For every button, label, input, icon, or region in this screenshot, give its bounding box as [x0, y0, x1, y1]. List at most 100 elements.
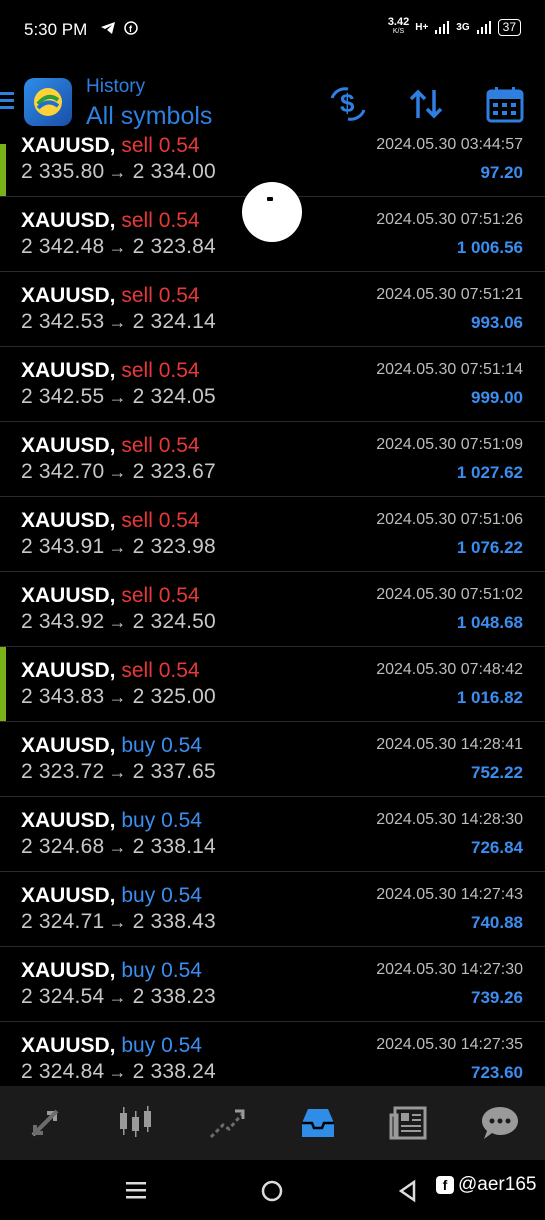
net-type-2: 3G: [456, 21, 470, 33]
trade-row[interactable]: XAUUSD, sell 0.54 2 343.91 → 2 323.98 2024…: [0, 497, 545, 572]
open-price: 2 324.54: [21, 985, 105, 1008]
facebook-icon: f: [124, 21, 138, 35]
trade-side: sell: [121, 134, 153, 157]
trade-profit: 723.60: [471, 1063, 523, 1082]
open-price: 2 324.68: [21, 835, 105, 858]
chat-icon[interactable]: [478, 1101, 522, 1145]
trade-symbol: XAUUSD,: [21, 209, 116, 232]
trade-volume: 0.54: [158, 284, 200, 307]
close-price: 2 324.14: [132, 310, 216, 333]
price-arrow-icon: →: [108, 312, 127, 332]
open-price: 2 343.91: [21, 535, 105, 558]
trade-volume: 0.54: [158, 434, 200, 457]
open-price: 2 342.55: [21, 385, 105, 408]
trade-prices: 2 342.53 → 2 324.14: [21, 310, 216, 334]
open-price: 2 324.71: [21, 910, 105, 933]
chart-icon[interactable]: [114, 1101, 158, 1145]
open-price: 2 343.92: [21, 610, 105, 633]
trade-volume: 0.54: [161, 734, 202, 757]
trade-row[interactable]: XAUUSD, sell 0.54 2 343.83 → 2 325.00 2024…: [0, 647, 545, 722]
open-price: 2 324.84: [21, 1060, 105, 1083]
trade-profit: 739.26: [471, 988, 523, 1007]
trade-prices: 2 324.54 → 2 338.23: [21, 985, 216, 1009]
trade-profit: 1 048.68: [456, 613, 523, 632]
trade-side: buy: [121, 1034, 156, 1057]
trade-side: buy: [121, 884, 156, 907]
svg-text:f: f: [129, 24, 133, 34]
sort-icon[interactable]: [406, 84, 446, 124]
trade-prices: 2 324.71 → 2 338.43: [21, 910, 216, 934]
row-marker: [0, 647, 6, 721]
calendar-icon[interactable]: [485, 84, 525, 124]
trade-time: 2024.05.30 14:28:30: [376, 811, 523, 828]
recents-icon[interactable]: [124, 1180, 148, 1200]
trade-row[interactable]: XAUUSD, buy 0.54 2 324.68 → 2 338.14 2024.…: [0, 797, 545, 872]
quotes-icon[interactable]: [23, 1101, 67, 1145]
trade-prices: 2 342.70 → 2 323.67: [21, 460, 216, 484]
trade-side: sell: [121, 434, 153, 457]
trade-prices: 2 323.72 → 2 337.65: [21, 760, 216, 784]
back-icon[interactable]: [396, 1179, 418, 1203]
trade-symbol: XAUUSD,: [21, 584, 116, 607]
trade-symbol: XAUUSD,: [21, 509, 116, 532]
trade-row[interactable]: XAUUSD, sell 0.54 2 342.55 → 2 324.05 2024…: [0, 347, 545, 422]
trade-row[interactable]: XAUUSD, sell 0.54 2 342.70 → 2 323.67 2024…: [0, 422, 545, 497]
status-right-icons: 3.42 K/S H+ 3G 37: [387, 16, 521, 36]
close-price: 2 323.84: [132, 235, 216, 258]
trade-side: sell: [121, 209, 153, 232]
trade-row[interactable]: XAUUSD, sell 0.54 2 342.53 → 2 324.14 2024…: [0, 272, 545, 347]
trade-prices: 2 343.83 → 2 325.00: [21, 685, 216, 709]
trade-prices: 2 324.84 → 2 338.24: [21, 1060, 216, 1084]
status-time: 5:30 PM: [24, 20, 88, 39]
trade-symbol: XAUUSD,: [21, 1034, 116, 1057]
trade-profit: 740.88: [471, 913, 523, 932]
trade-profit: 1 076.22: [456, 538, 523, 557]
trade-prices: 2 342.48 → 2 323.84: [21, 235, 216, 259]
facebook-logo-icon: f: [436, 1176, 454, 1194]
trade-row[interactable]: XAUUSD, buy 0.54 2 324.54 → 2 338.23 2024.…: [0, 947, 545, 1022]
menu-icon[interactable]: [0, 92, 14, 113]
app-bar: History All symbols $: [0, 60, 545, 144]
dollar-exchange-icon[interactable]: $: [328, 84, 368, 124]
trade-profit: 97.20: [480, 163, 523, 182]
close-price: 2 324.05: [132, 385, 216, 408]
history-icon[interactable]: [296, 1101, 340, 1145]
close-price: 2 334.00: [132, 160, 216, 183]
net-speed: 3.42: [387, 16, 410, 28]
trade-side: sell: [121, 509, 153, 532]
trade-symbol-line: XAUUSD, buy 0.54: [21, 1034, 202, 1058]
trade-row[interactable]: XAUUSD, sell 0.54 2 343.92 → 2 324.50 2024…: [0, 572, 545, 647]
trade-time: 2024.05.30 03:44:57: [376, 136, 523, 153]
close-price: 2 338.24: [132, 1060, 216, 1083]
trade-icon[interactable]: [205, 1101, 249, 1145]
trade-symbol-line: XAUUSD, buy 0.54: [21, 959, 202, 983]
trade-symbol: XAUUSD,: [21, 359, 116, 382]
watermark: f @aer165: [436, 1174, 536, 1196]
trade-side: sell: [121, 659, 153, 682]
trade-time: 2024.05.30 07:51:02: [376, 586, 523, 603]
trade-row[interactable]: XAUUSD, buy 0.54 2 324.71 → 2 338.43 2024.…: [0, 872, 545, 947]
trade-profit: 999.00: [471, 388, 523, 407]
trade-side: sell: [121, 584, 153, 607]
net-type-1: H+: [415, 21, 429, 33]
news-icon[interactable]: [387, 1101, 431, 1145]
price-arrow-icon: →: [108, 762, 127, 782]
trade-side: buy: [121, 959, 156, 982]
trade-volume: 0.54: [158, 584, 200, 607]
trade-time: 2024.05.30 14:28:41: [376, 736, 523, 753]
price-arrow-icon: →: [108, 387, 127, 407]
price-arrow-icon: →: [108, 987, 127, 1007]
page-title[interactable]: All symbols: [86, 102, 212, 131]
open-price: 2 343.83: [21, 685, 105, 708]
trade-symbol-line: XAUUSD, sell 0.54: [21, 434, 200, 458]
trade-profit: 752.22: [471, 763, 523, 782]
trade-side: sell: [121, 359, 153, 382]
trade-volume: 0.54: [161, 884, 202, 907]
open-price: 2 342.53: [21, 310, 105, 333]
trade-time: 2024.05.30 07:51:14: [376, 361, 523, 378]
status-bar: 5:30 PM f 3.42 K/S H+ 3G 37: [0, 0, 545, 60]
trade-profit: 1 006.56: [456, 238, 523, 257]
trade-row[interactable]: XAUUSD, buy 0.54 2 323.72 → 2 337.65 2024.…: [0, 722, 545, 797]
home-icon[interactable]: [260, 1179, 284, 1203]
trade-volume: 0.54: [161, 1034, 202, 1057]
